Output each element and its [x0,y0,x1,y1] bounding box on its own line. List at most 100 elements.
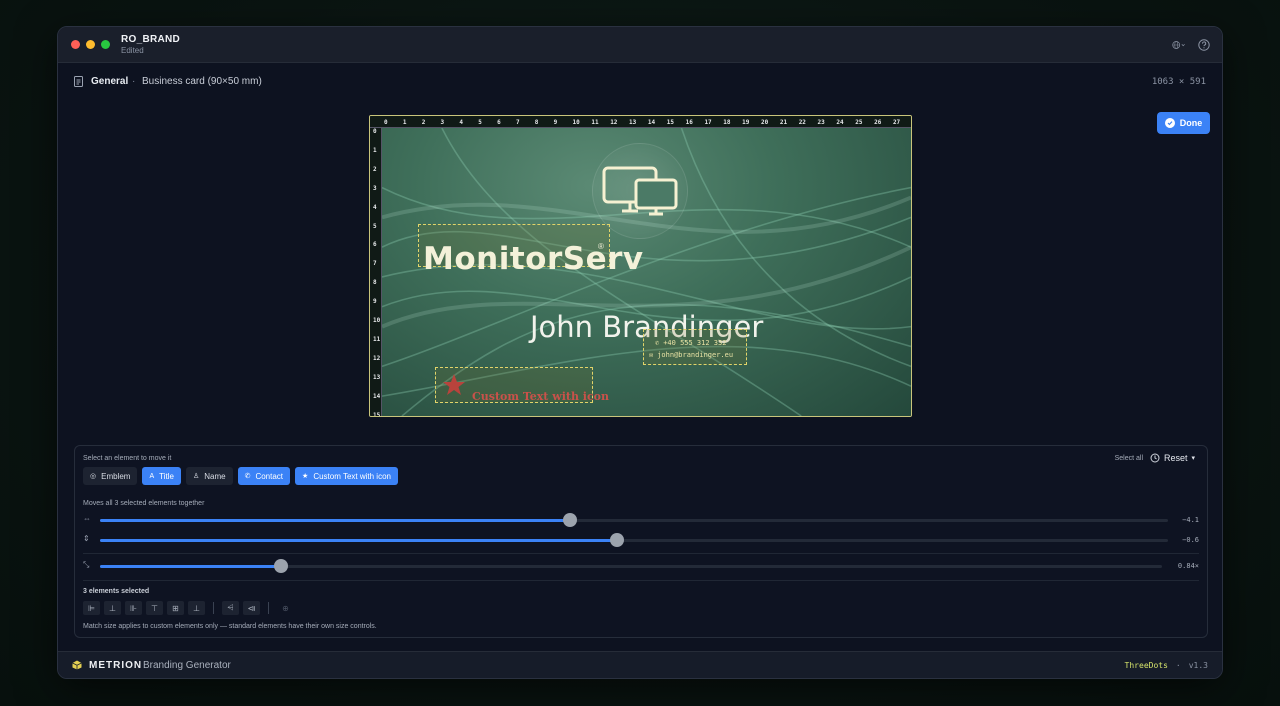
text-icon: A [149,472,155,480]
element-chips: ◎ Emblem A Title ♙ Name ✆ Contact ★ Custom Te… [83,467,398,485]
ruler-tick: 0 [384,119,388,126]
chip-label: Title [159,471,174,481]
ruler-tick: 16 [685,119,693,126]
slider-knob[interactable] [609,533,624,547]
ruler-tick: 5 [373,222,377,230]
ruler-tick: 17 [704,119,712,126]
breadcrumb-section[interactable]: General [91,76,128,87]
slider-fill [100,565,281,568]
ruler-tick: 15 [666,119,674,126]
monitor-icon [602,166,678,216]
ruler-tick: 26 [874,119,882,126]
chip-title[interactable]: A Title [142,467,181,485]
brand-name: METRION [89,660,143,671]
mail-icon: ✉ [649,351,654,359]
ruler-tick: 13 [629,119,637,126]
card-title: MonitorServ [423,241,644,277]
vertical-ruler: 0 1 2 3 4 5 6 7 8 9 10 11 12 13 14 15 [370,128,382,416]
cube-icon [72,660,82,670]
ruler-tick: 12 [373,354,381,362]
breadcrumb: General · Business card (90×50 mm) 1063 … [58,63,1222,101]
reset-button[interactable]: Reset ▾ [1150,453,1195,463]
card-canvas[interactable]: 0 1 2 3 4 5 6 7 8 9 10 11 12 13 14 15 16 17 18 19 20 21 22 23 24… [369,115,912,417]
ruler-tick: 4 [459,119,464,126]
ruler-tick: 24 [836,119,844,126]
ruler-tick: 23 [817,119,825,126]
phone-number: +40 555 312 332 [663,339,727,347]
ruler-tick: 15 [373,411,381,417]
help-icon[interactable] [1198,38,1212,52]
ruler-tick: 11 [591,119,599,126]
canvas-dimensions: 1063 × 591 [1151,77,1206,87]
ruler-tick: 22 [798,119,806,126]
horizontal-offset-slider[interactable]: ⇔ −4.1 [83,513,1199,528]
align-center-horizontal-icon[interactable]: ⊥ [104,601,121,615]
ruler-tick: 7 [373,260,377,268]
slider-track[interactable] [100,533,1168,547]
match-size-note: Match size applies to custom elements on… [83,623,377,630]
phone-line: ✆ +40 555 312 332 [655,339,726,347]
distribute-horizontal-icon[interactable]: ⩤ [222,601,239,615]
chip-custom-text[interactable]: ★ Custom Text with icon [295,467,398,485]
maximize-window-button[interactable] [101,40,110,49]
business-card[interactable]: MonitorServ ® John Brandinger ✆ +40 555 3… [382,128,911,416]
company-name[interactable]: ThreeDots [1125,661,1168,670]
chip-name[interactable]: ♙ Name [185,467,233,485]
vertical-move-icon: ⇕ [83,534,90,543]
chip-contact[interactable]: ✆ Contact [237,467,291,485]
footer-separator: · [1175,661,1181,670]
ruler-tick: 3 [373,184,377,192]
distribute-vertical-icon[interactable]: ⧏ [243,601,260,615]
footer: METRION Branding Generator ThreeDots · v… [58,651,1222,678]
align-toolbar: ⊫ ⊥ ⊪ ⊤ ⊞ ⊥ ⩤ ⧏ ⊕ [83,601,294,615]
ruler-tick: 18 [723,119,731,126]
app-window: RO_BRAND Edited General · Business card … [57,26,1223,679]
reset-label: Reset [1163,453,1188,463]
contact-selection[interactable] [643,329,747,365]
vertical-offset-slider[interactable]: ⇕ −0.6 [83,533,1199,548]
title-bar: RO_BRAND Edited [58,27,1222,63]
slider-track[interactable] [100,513,1168,527]
chip-emblem[interactable]: ◎ Emblem [83,467,138,485]
align-middle-vertical-icon[interactable]: ⊞ [167,601,184,615]
selected-count: 3 elements selected [83,588,150,595]
breadcrumb-separator: · [132,76,136,87]
moves-note: Moves all 3 selected elements together [83,500,205,507]
select-all-link[interactable]: Select all [1115,455,1143,462]
slider-knob[interactable] [273,559,288,573]
email-line: ✉ john@brandinger.eu [649,351,733,359]
star-icon [443,374,465,395]
divider [83,580,1199,581]
chevron-down-icon: ▾ [1191,455,1195,462]
scale-slider[interactable]: ⤡ 0.84× [83,559,1199,574]
done-button[interactable]: Done [1157,112,1210,134]
minimize-window-button[interactable] [86,40,95,49]
align-top-icon[interactable]: ⊤ [146,601,163,615]
chip-label: Emblem [101,471,131,481]
ruler-tick: 11 [373,335,381,343]
slider-track[interactable] [100,559,1162,573]
ruler-tick: 27 [892,119,901,126]
app-title: RO_BRAND [121,34,181,45]
close-window-button[interactable] [71,40,80,49]
align-bottom-icon[interactable]: ⊥ [188,601,205,615]
align-left-icon[interactable]: ⊫ [83,601,100,615]
align-right-icon[interactable]: ⊪ [125,601,142,615]
reset-icon [1150,453,1160,463]
ruler-tick: 14 [647,119,656,126]
select-prompt: Select an element to move it [83,455,172,462]
horizontal-offset-value: −4.1 [1182,516,1199,524]
divider [83,553,1199,554]
slider-knob[interactable] [562,513,577,527]
ruler-tick: 12 [610,119,618,126]
document-icon [74,76,83,87]
match-size-icon[interactable]: ⊕ [277,601,294,615]
ruler-tick: 6 [373,241,377,249]
language-icon[interactable] [1172,38,1186,52]
chip-label: Custom Text with icon [313,471,391,481]
person-icon: ♙ [192,473,200,480]
toolbar-separator [213,602,214,614]
chip-label: Name [204,471,226,481]
ruler-tick: 25 [855,119,863,126]
vertical-offset-value: −0.6 [1182,536,1199,544]
